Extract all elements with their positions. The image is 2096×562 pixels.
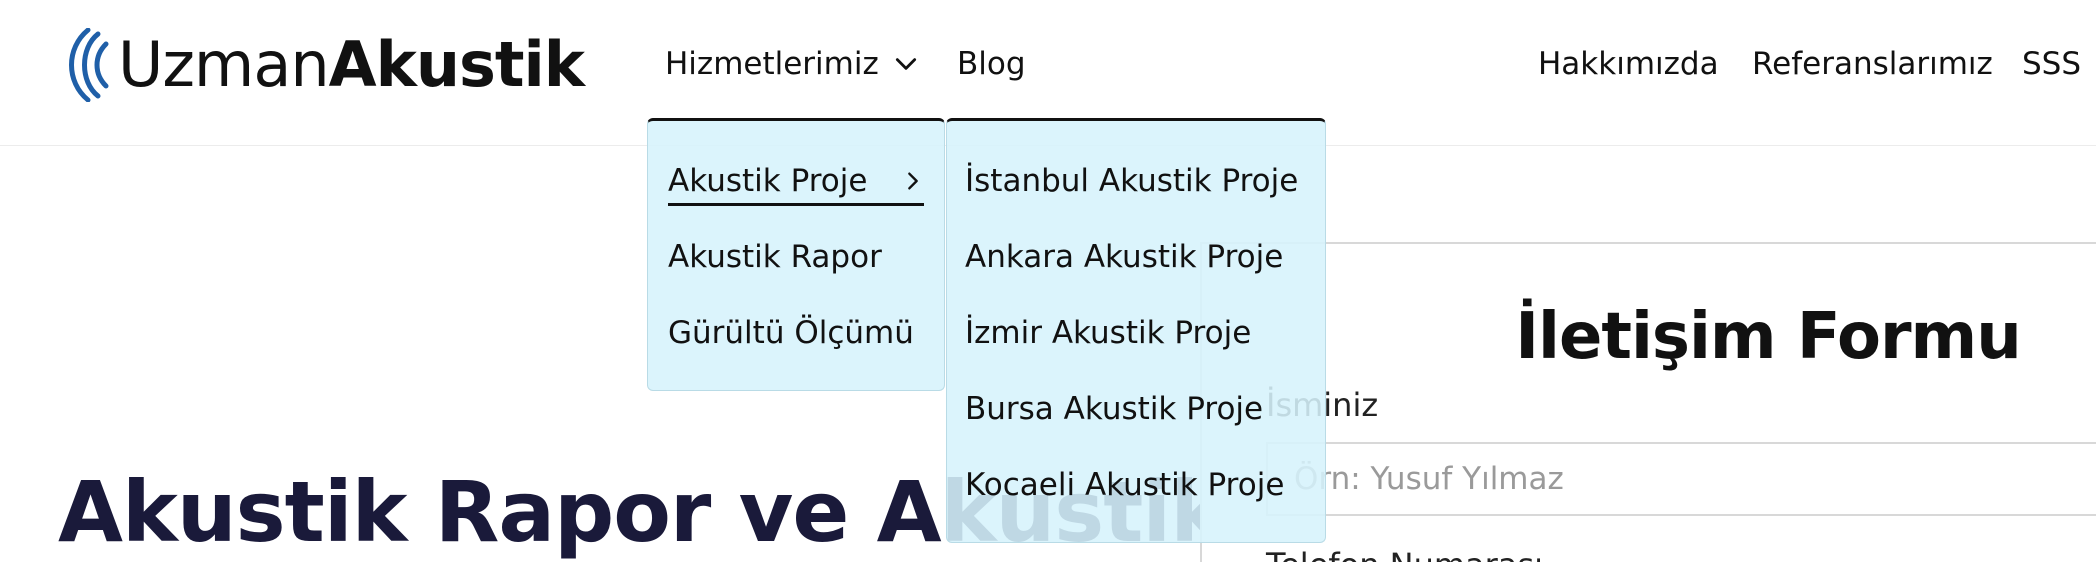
nav-blog[interactable]: Blog — [957, 44, 1026, 84]
dropdown-item-akustik-rapor[interactable]: Akustik Rapor — [668, 237, 882, 277]
name-input[interactable] — [1266, 442, 2096, 516]
page: UzmanAkustik Hizmetlerimiz Blog Hakkımız… — [0, 0, 2096, 562]
submenu-item-izmir[interactable]: İzmir Akustik Proje — [965, 313, 1251, 353]
submenu-item-bursa[interactable]: Bursa Akustik Proje — [965, 389, 1263, 429]
services-dropdown: Akustik Proje Akustik Rapor Gürültü Ölçü… — [647, 118, 945, 391]
nav-faq[interactable]: SSS — [2022, 44, 2081, 84]
logo-text: UzmanAkustik — [118, 34, 585, 96]
nav-services[interactable]: Hizmetlerimiz — [665, 44, 919, 84]
logo-text-uzman: Uzman — [118, 28, 330, 101]
logo-text-akustik: Akustik — [328, 28, 585, 101]
chevron-right-icon — [908, 172, 918, 190]
dropdown-item-gurultu-olcumu[interactable]: Gürültü Ölçümü — [668, 313, 914, 353]
nav-references[interactable]: Referanslarımız — [1752, 44, 1993, 84]
nav-about[interactable]: Hakkımızda — [1538, 44, 1719, 84]
sound-waves-icon — [69, 28, 109, 102]
chevron-down-icon — [895, 58, 916, 70]
dropdown-item-akustik-proje[interactable]: Akustik Proje — [668, 161, 924, 207]
akustik-proje-submenu: İstanbul Akustik Proje Ankara Akustik Pr… — [946, 118, 1326, 543]
dropdown-item-label: Akustik Proje — [668, 163, 868, 199]
nav-services-label: Hizmetlerimiz — [665, 46, 879, 82]
contact-form-title: İletişim Formu — [1515, 300, 2022, 374]
phone-label: Telefon Numarası — [1266, 546, 1543, 562]
submenu-item-istanbul[interactable]: İstanbul Akustik Proje — [965, 161, 1298, 201]
submenu-item-kocaeli[interactable]: Kocaeli Akustik Proje — [965, 465, 1284, 505]
logo[interactable]: UzmanAkustik — [58, 28, 585, 102]
submenu-item-ankara[interactable]: Ankara Akustik Proje — [965, 237, 1283, 277]
